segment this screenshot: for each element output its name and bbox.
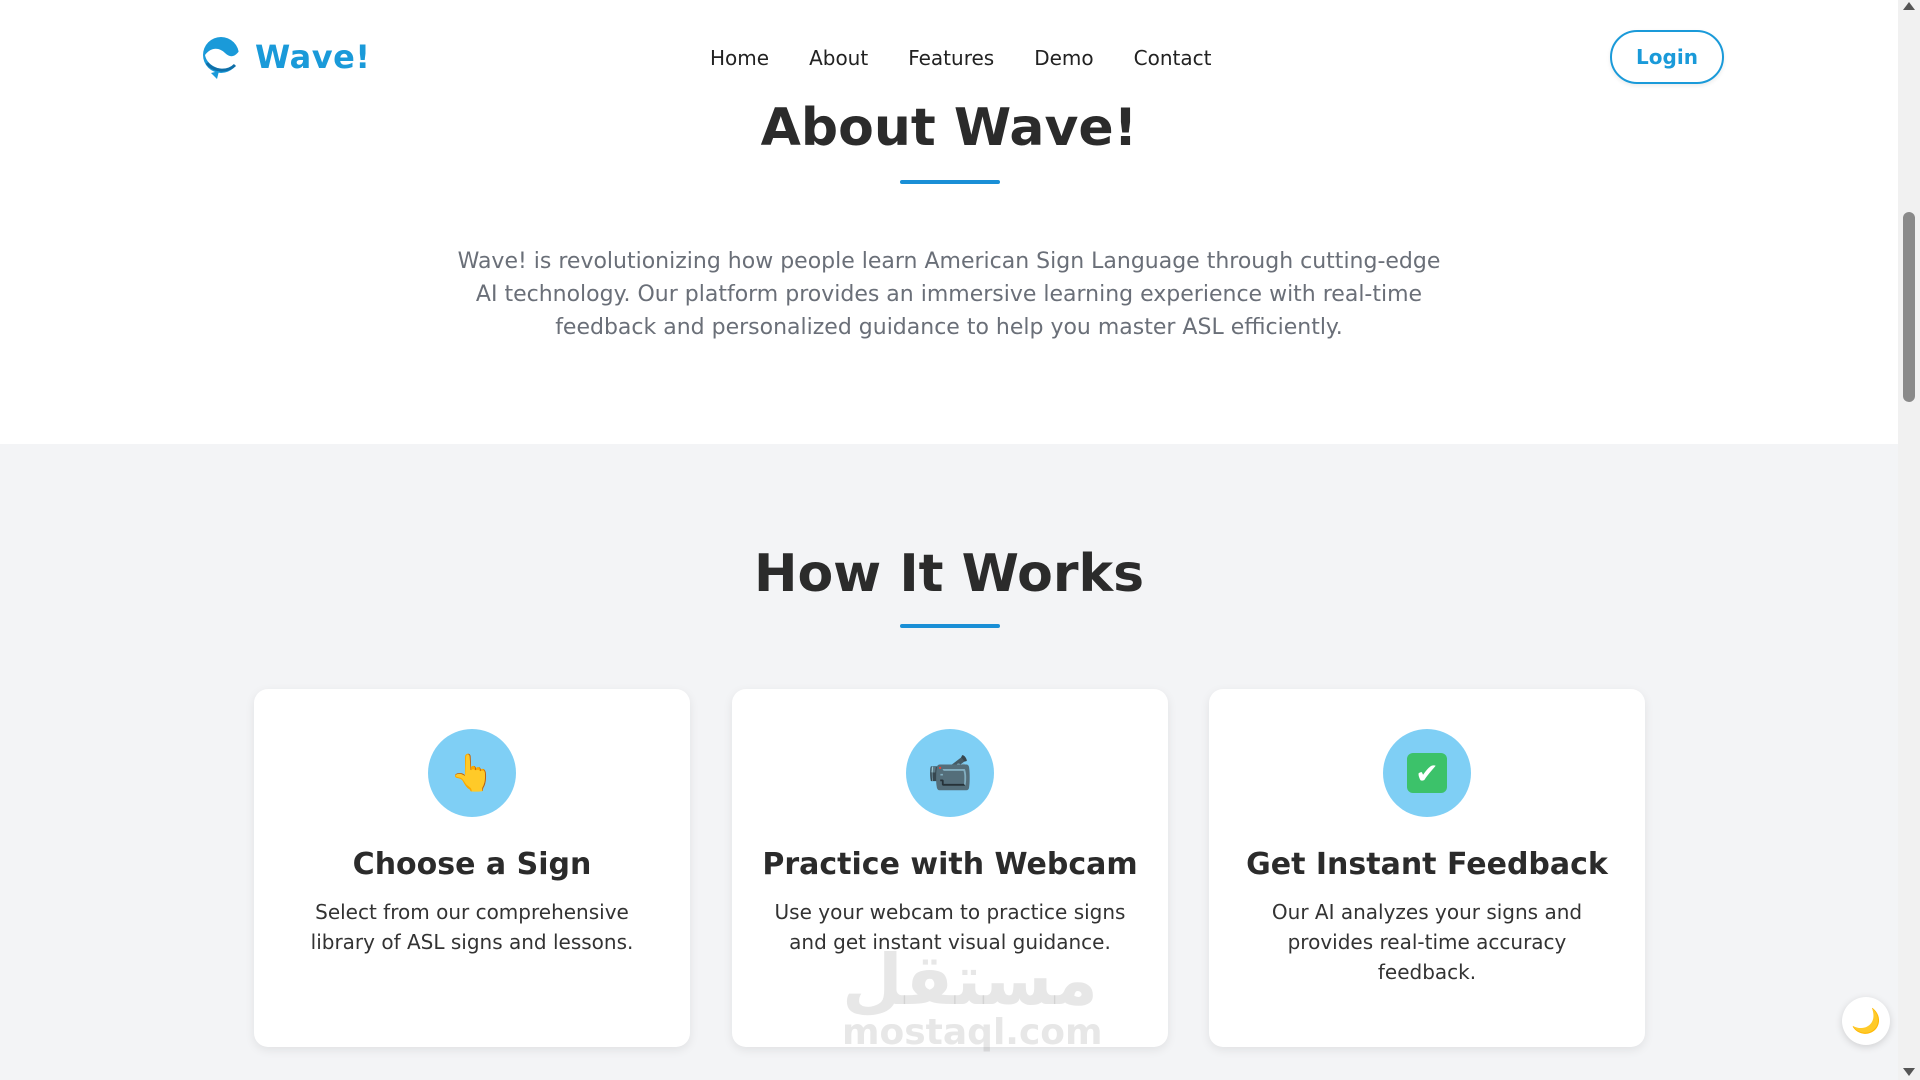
video-camera-icon: 📹: [906, 729, 994, 817]
about-title: About Wave!: [760, 98, 1138, 158]
card-description: Select from our comprehensive library of…: [310, 900, 634, 954]
nav-demo[interactable]: Demo: [1034, 46, 1093, 70]
scrollbar-thumb[interactable]: [1903, 212, 1915, 402]
about-description: Wave! is revolutionizing how people lear…: [457, 249, 1441, 340]
scroll-down-arrow-icon[interactable]: [1903, 1068, 1915, 1076]
nav-features[interactable]: Features: [908, 46, 994, 70]
check-mark-icon: ✔: [1383, 729, 1471, 817]
nav-contact[interactable]: Contact: [1134, 46, 1212, 70]
wave-logo-icon: [203, 37, 239, 79]
how-it-works-underline: [900, 624, 1000, 628]
login-button[interactable]: Login: [1610, 30, 1724, 84]
watermark-arabic: مستقل: [842, 939, 1099, 1021]
moon-icon: 🌙: [1851, 1007, 1881, 1035]
step-card-instant-feedback: ✔ Get Instant Feedback Our AI analyzes y…: [1209, 689, 1645, 1047]
card-title: Choose a Sign: [352, 847, 592, 882]
scroll-up-arrow-icon[interactable]: [1903, 2, 1915, 10]
card-title: Get Instant Feedback: [1246, 847, 1608, 882]
theme-toggle-button[interactable]: 🌙: [1842, 997, 1890, 1045]
watermark: مستقل mostaql.com: [842, 939, 1103, 1053]
about-title-underline: [900, 180, 1000, 184]
step-card-choose-sign: 👆 Choose a Sign Select from our comprehe…: [254, 689, 690, 1047]
main-nav: Home About Features Demo Contact: [710, 46, 1211, 70]
brand-name: Wave!: [255, 38, 371, 76]
card-title: Practice with Webcam: [762, 847, 1138, 882]
how-it-works-title: How It Works: [753, 544, 1145, 604]
nav-about[interactable]: About: [809, 46, 868, 70]
watermark-latin: mostaql.com: [842, 1012, 1103, 1053]
pointing-hand-icon: 👆: [428, 729, 516, 817]
card-description: Our AI analyzes your signs and provides …: [1271, 900, 1583, 984]
brand-logo[interactable]: Wave!: [197, 33, 370, 81]
nav-home[interactable]: Home: [710, 46, 769, 70]
page-scrollbar[interactable]: [1898, 0, 1920, 1080]
